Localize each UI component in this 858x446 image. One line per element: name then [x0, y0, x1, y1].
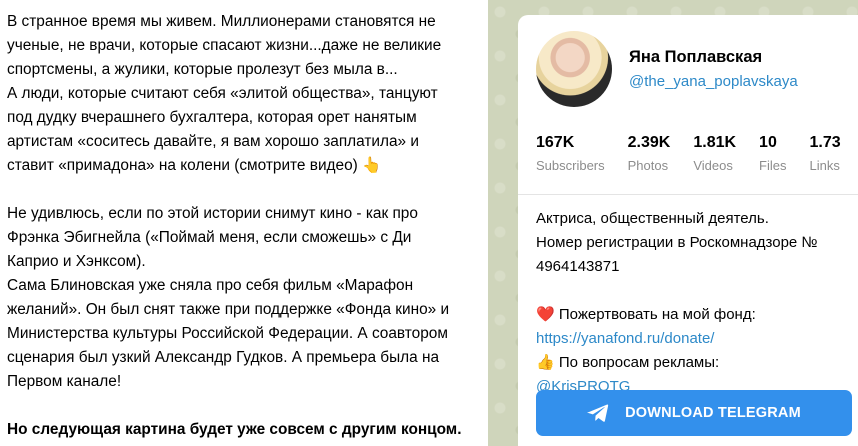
download-button-label: DOWNLOAD TELEGRAM: [625, 405, 801, 421]
channel-avatar[interactable]: [536, 31, 612, 107]
description-line: Номер регистрации в Роскомнадзоре №: [536, 234, 818, 251]
donate-text: Пожертвовать на мой фонд:: [558, 306, 756, 323]
channel-username[interactable]: @the_yana_poplavskaya: [629, 71, 798, 93]
channel-name: Яна Поплавская: [629, 47, 763, 66]
post-line: Первом канале!: [7, 373, 122, 390]
post-line: В странное время мы живем. Миллионерами …: [7, 13, 436, 30]
post-paragraph-1: В странное время мы живем. Миллионерами …: [7, 10, 480, 178]
stat-label: Links: [809, 158, 840, 173]
divider: [518, 194, 858, 195]
channel-info-card: Яна Поплавская @the_yana_poplavskaya 167…: [518, 15, 858, 446]
stat-value: 1.81K: [693, 134, 737, 151]
stat-label: Subscribers: [536, 158, 605, 173]
post-text: В странное время мы живем. Миллионерами …: [0, 0, 488, 446]
ads-row: 👍 По вопросам рекламы:: [536, 351, 846, 375]
channel-profile: Яна Поплавская @the_yana_poplavskaya: [536, 31, 858, 107]
post-line: Министерства культуры Российской Федерац…: [7, 325, 448, 342]
post-line: ученые, не врачи, которые спасают жизни.…: [7, 37, 442, 54]
description-line: 4964143871: [536, 258, 620, 275]
pattern-background: Яна Поплавская @the_yana_poplavskaya 167…: [488, 0, 858, 446]
stat-label: Photos: [627, 158, 669, 173]
post-line: ставит «примадона» на колени (смотрите в…: [7, 157, 382, 174]
channel-stats: 167K Subscribers 2.39K Photos 1.81K Vide…: [536, 132, 858, 176]
stat-photos[interactable]: 2.39K Photos: [628, 132, 671, 176]
ads-text: По вопросам рекламы:: [558, 354, 720, 371]
post-paragraph-2: Не удивлюсь, если по этой истории снимут…: [7, 202, 480, 394]
stat-value: 1.73: [809, 134, 841, 151]
heart-icon: ❤️: [536, 306, 555, 323]
donate-row: ❤️ Пожертвовать на мой фонд:: [536, 303, 846, 327]
thumbs-up-icon: 👍: [536, 354, 555, 371]
channel-names: Яна Поплавская @the_yana_poplavskaya: [629, 46, 798, 93]
stat-value: 10: [759, 134, 777, 151]
stat-files[interactable]: 10 Files: [759, 132, 786, 176]
post-bold-line: Но следующая картина будет уже совсем с …: [7, 421, 462, 438]
post-line: желаний». Он был снят также при поддержк…: [7, 301, 450, 318]
channel-description: Актриса, общественный деятель. Номер рег…: [536, 207, 846, 399]
stat-subscribers[interactable]: 167K Subscribers: [536, 132, 605, 176]
donate-link[interactable]: https://yanafond.ru/donate/: [536, 330, 714, 347]
stat-value: 2.39K: [627, 134, 671, 151]
post-line: Фрэнка Эбигнейла («Поймай меня, если смо…: [7, 229, 412, 246]
post-line: под дудку вчерашнего бухгалтера, которая…: [7, 109, 417, 126]
post-line: А люди, которые считают себя «элитой общ…: [7, 85, 438, 102]
post-line: Не удивлюсь, если по этой истории снимут…: [7, 205, 418, 222]
stat-label: Files: [759, 158, 787, 173]
telegram-icon: [587, 404, 609, 422]
post-line: Сама Блиновская уже сняла про себя фильм…: [7, 277, 414, 294]
description-line: Актриса, общественный деятель.: [536, 210, 769, 227]
stat-label: Videos: [693, 158, 733, 173]
post-line: Каприо и Хэнксом).: [7, 253, 146, 270]
stat-value: 167K: [536, 134, 575, 151]
download-telegram-button[interactable]: DOWNLOAD TELEGRAM: [536, 390, 852, 436]
stat-videos[interactable]: 1.81K Videos: [693, 132, 736, 176]
post-line: спортсмены, а жулики, которые пролезут б…: [7, 61, 398, 78]
stat-links[interactable]: 1.73 Links: [810, 132, 841, 176]
post-line: сценария был узкий Александр Гудков. А п…: [7, 349, 440, 366]
post-line: артистам «соситесь давайте, я вам хорошо…: [7, 133, 419, 150]
